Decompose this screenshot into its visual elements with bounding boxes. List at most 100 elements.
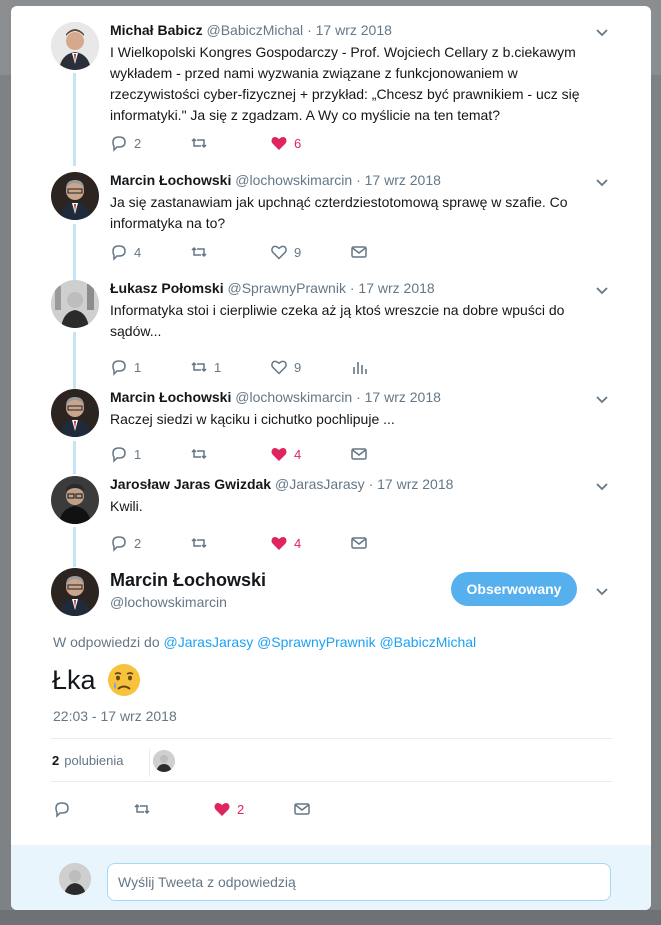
author-name[interactable]: Jarosław Jaras Gwizdak bbox=[110, 476, 271, 492]
own-avatar bbox=[59, 863, 91, 895]
tweet-date[interactable]: 17 wrz 2018 bbox=[365, 172, 441, 188]
reply-count: 1 bbox=[134, 359, 142, 375]
author-handle[interactable]: @SprawnyPrawnik bbox=[227, 280, 345, 296]
analytics-button[interactable] bbox=[350, 358, 368, 376]
likes-count: 2 bbox=[52, 753, 60, 768]
retweet-button[interactable] bbox=[190, 243, 214, 261]
avatar[interactable] bbox=[51, 280, 99, 328]
direct-message-button[interactable] bbox=[350, 534, 368, 552]
avatar[interactable] bbox=[51, 389, 99, 437]
liker-avatar[interactable] bbox=[153, 750, 175, 772]
reply-icon bbox=[112, 245, 126, 261]
mention-link[interactable]: @JarasJarasy bbox=[164, 634, 254, 650]
tweet-text: I Wielkopolski Kongres Gospodarczy - Pro… bbox=[110, 44, 580, 123]
retweet-button[interactable] bbox=[190, 445, 214, 463]
tweet-text: Raczej siedzi w kąciku i cichutko pochli… bbox=[110, 411, 395, 427]
reply-button[interactable]: 1 bbox=[110, 358, 141, 376]
tweet-date[interactable]: 17 wrz 2018 bbox=[358, 280, 434, 296]
author-name[interactable]: Łukasz Połomski bbox=[110, 280, 224, 296]
separator-dot: · bbox=[368, 476, 374, 492]
separator-dot: · bbox=[349, 280, 355, 296]
tweet-header: Jarosław Jaras Gwizdak @JarasJarasy · 17… bbox=[110, 476, 453, 492]
retweet-icon bbox=[191, 361, 207, 373]
tweet-text: Ja się zastanawiam jak upchnąć czterdzie… bbox=[110, 194, 568, 231]
tweet-date[interactable]: 17 wrz 2018 bbox=[365, 389, 441, 405]
direct-message-button[interactable] bbox=[350, 243, 368, 261]
thread-tweet[interactable]: Jarosław Jaras Gwizdak @JarasJarasy · 17… bbox=[11, 476, 651, 556]
avatar[interactable] bbox=[51, 172, 99, 220]
direct-message-button[interactable] bbox=[293, 800, 311, 818]
author-handle[interactable]: @JarasJarasy bbox=[275, 476, 365, 492]
author-name[interactable]: Marcin Łochowski bbox=[110, 389, 231, 405]
separator-dot: · bbox=[356, 172, 361, 188]
likes-label: polubienia bbox=[64, 753, 124, 768]
tweet-modal: Michał Babicz @BabiczMichal · 17 wrz 201… bbox=[11, 6, 651, 910]
following-button[interactable]: Obserwowany bbox=[451, 572, 577, 606]
envelope-icon bbox=[294, 803, 310, 815]
like-button[interactable]: 6 bbox=[270, 134, 301, 152]
author-handle[interactable]: @lochowskimarcin bbox=[235, 389, 352, 405]
replying-to-label: W odpowiedzi do bbox=[53, 634, 160, 650]
reply-button[interactable]: 2 bbox=[110, 134, 141, 152]
reply-count: 1 bbox=[134, 446, 142, 462]
like-button[interactable]: 9 bbox=[270, 358, 301, 376]
divider bbox=[51, 738, 612, 739]
analytics-icon bbox=[353, 362, 367, 374]
thread-tweet[interactable]: Marcin Łochowski @lochowskimarcin · 17 w… bbox=[11, 172, 651, 272]
reply-input[interactable] bbox=[107, 863, 611, 901]
like-button[interactable]: 4 bbox=[270, 534, 301, 552]
timestamp[interactable]: 22:03 - 17 wrz 2018 bbox=[53, 708, 177, 724]
thread-tweet[interactable]: Marcin Łochowski @lochowskimarcin · 17 w… bbox=[11, 389, 651, 469]
author-name[interactable]: Marcin Łochowski bbox=[110, 172, 231, 188]
like-count: 6 bbox=[294, 135, 302, 151]
separator-dot: · bbox=[307, 22, 312, 38]
crying-face-icon bbox=[106, 662, 142, 698]
main-author-handle[interactable]: @lochowskimarcin bbox=[110, 594, 227, 610]
tweet-date[interactable]: 17 wrz 2018 bbox=[316, 22, 392, 38]
retweet-button[interactable] bbox=[190, 134, 214, 152]
envelope-icon bbox=[351, 448, 367, 460]
thread-tweet[interactable]: Michał Babicz @BabiczMichal · 17 wrz 201… bbox=[11, 22, 651, 162]
like-count: 9 bbox=[294, 244, 302, 260]
chevron-down-icon[interactable] bbox=[594, 174, 610, 190]
author-handle[interactable]: @BabiczMichal bbox=[206, 22, 303, 38]
mention-link[interactable]: @SprawnyPrawnik bbox=[257, 634, 375, 650]
reply-icon bbox=[112, 447, 126, 463]
chevron-down-icon[interactable] bbox=[594, 583, 610, 599]
main-author-name[interactable]: Marcin Łochowski bbox=[110, 570, 266, 591]
retweet-icon bbox=[191, 448, 207, 460]
author-name[interactable]: Michał Babicz bbox=[110, 22, 203, 38]
avatar[interactable] bbox=[51, 22, 99, 70]
heart-icon bbox=[271, 245, 287, 260]
chevron-down-icon[interactable] bbox=[594, 24, 610, 40]
tweet-date[interactable]: 17 wrz 2018 bbox=[377, 476, 453, 492]
reply-button[interactable]: 4 bbox=[110, 243, 141, 261]
retweet-button[interactable]: 1 bbox=[190, 358, 221, 376]
reply-icon bbox=[55, 802, 69, 818]
reply-button[interactable] bbox=[53, 800, 71, 818]
reply-button[interactable]: 2 bbox=[110, 534, 141, 552]
direct-message-button[interactable] bbox=[350, 445, 368, 463]
envelope-icon bbox=[351, 246, 367, 258]
chevron-down-icon[interactable] bbox=[594, 478, 610, 494]
like-button[interactable]: 2 bbox=[213, 800, 244, 818]
thread-tweet[interactable]: Łukasz Połomski @SprawnyPrawnik · 17 wrz… bbox=[11, 280, 651, 380]
reply-icon bbox=[112, 136, 126, 152]
likes-summary[interactable]: 2 polubienia bbox=[52, 753, 124, 768]
mention-link[interactable]: @BabiczMichal bbox=[379, 634, 476, 650]
retweet-button[interactable] bbox=[133, 800, 151, 818]
retweet-button[interactable] bbox=[190, 534, 214, 552]
chevron-down-icon[interactable] bbox=[594, 391, 610, 407]
like-button[interactable]: 4 bbox=[270, 445, 301, 463]
heart-filled-icon bbox=[271, 136, 287, 150]
main-avatar[interactable] bbox=[51, 568, 99, 616]
tweet-text: Kwili. bbox=[110, 498, 143, 514]
reply-button[interactable]: 1 bbox=[110, 445, 141, 463]
heart-filled-icon bbox=[214, 802, 230, 816]
main-tweet-text-content: Łka bbox=[52, 664, 96, 695]
author-handle[interactable]: @lochowskimarcin bbox=[235, 172, 352, 188]
like-button[interactable]: 9 bbox=[270, 243, 301, 261]
avatar[interactable] bbox=[51, 476, 99, 524]
chevron-down-icon[interactable] bbox=[594, 282, 610, 298]
tweet-header: Łukasz Połomski @SprawnyPrawnik · 17 wrz… bbox=[110, 280, 435, 296]
